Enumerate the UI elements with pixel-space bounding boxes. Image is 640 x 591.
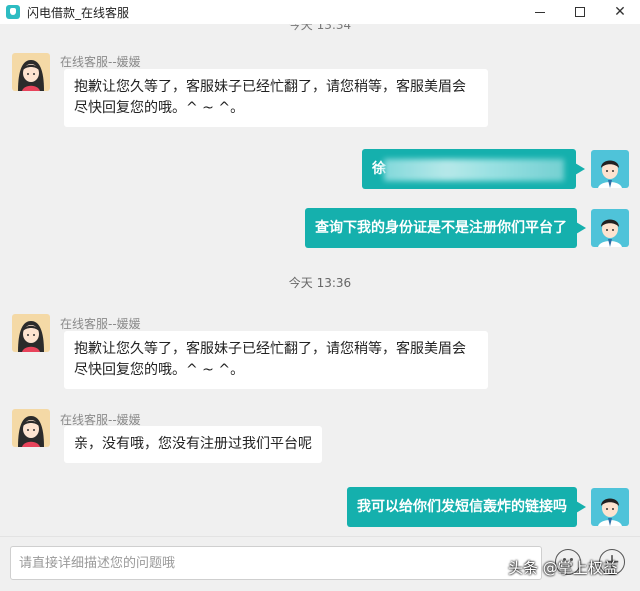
- message-text-line: 尽快回复您的哦。^ ~ ^。: [74, 362, 245, 378]
- message-bubble-incoming: 抱歉让您久等了，客服妹子已经忙翻了，请您稍等，客服美眉会 尽快回复您的哦。^ ~…: [64, 331, 488, 389]
- maximize-button[interactable]: [560, 0, 600, 24]
- close-icon: ✕: [614, 4, 626, 20]
- close-button[interactable]: ✕: [600, 0, 640, 24]
- sender-name: 在线客服--媛媛: [60, 317, 141, 331]
- message-text-line: 抱歉让您久等了，客服妹子已经忙翻了，请您稍等，客服美眉会: [74, 79, 466, 95]
- minimize-icon: [535, 11, 545, 13]
- message-bubble-outgoing: 我可以给你们发短信轰炸的链接吗: [347, 487, 586, 527]
- message-bubble-incoming: 抱歉让您久等了，客服妹子已经忙翻了，请您稍等，客服美眉会 尽快回复您的哦。^ ~…: [64, 69, 488, 127]
- user-avatar: [591, 150, 629, 188]
- maximize-icon: [575, 7, 585, 17]
- timestamp: 今天 13:34: [288, 24, 352, 32]
- user-avatar: [591, 209, 629, 247]
- message-text-line: 亲，没有哦，您没有注册过我们平台呢: [74, 436, 312, 452]
- message-bubble-incoming: 亲，没有哦，您没有注册过我们平台呢: [64, 426, 322, 463]
- agent-avatar: [12, 53, 50, 91]
- timestamp: 今天 13:36: [288, 276, 352, 290]
- message-text-line: 抱歉让您久等了，客服妹子已经忙翻了，请您稍等，客服美眉会: [74, 341, 466, 357]
- message-bubble-outgoing: 查询下我的身份证是不是注册你们平台了: [305, 208, 586, 248]
- message-text-line: 尽快回复您的哦。^ ~ ^。: [74, 100, 245, 116]
- window-controls: ✕: [520, 0, 640, 24]
- window-title: 闪电借款_在线客服: [27, 5, 130, 20]
- message-text: 我可以给你们发短信轰炸的链接吗: [357, 499, 567, 515]
- message-text: 查询下我的身份证是不是注册你们平台了: [315, 220, 567, 236]
- watermark: 头条 @掌上权益: [508, 559, 618, 577]
- agent-avatar: [12, 314, 50, 352]
- message-input[interactable]: [10, 546, 542, 580]
- title-bar: 闪电借款_在线客服 ✕: [0, 0, 640, 24]
- input-bar: + 头条 @掌上权益: [0, 536, 640, 591]
- message-bubble-outgoing: 徐: [362, 149, 585, 189]
- tooth-icon: [6, 5, 20, 19]
- user-avatar: [591, 488, 629, 526]
- agent-avatar: [12, 409, 50, 447]
- minimize-button[interactable]: [520, 0, 560, 24]
- chat-history[interactable]: 今天 13:34 在线客服--媛媛 抱歉让您久等了，客服妹子已经忙翻了，请您稍等…: [0, 24, 640, 536]
- sender-name: 在线客服--媛媛: [60, 55, 141, 69]
- redaction-blur: [384, 159, 564, 181]
